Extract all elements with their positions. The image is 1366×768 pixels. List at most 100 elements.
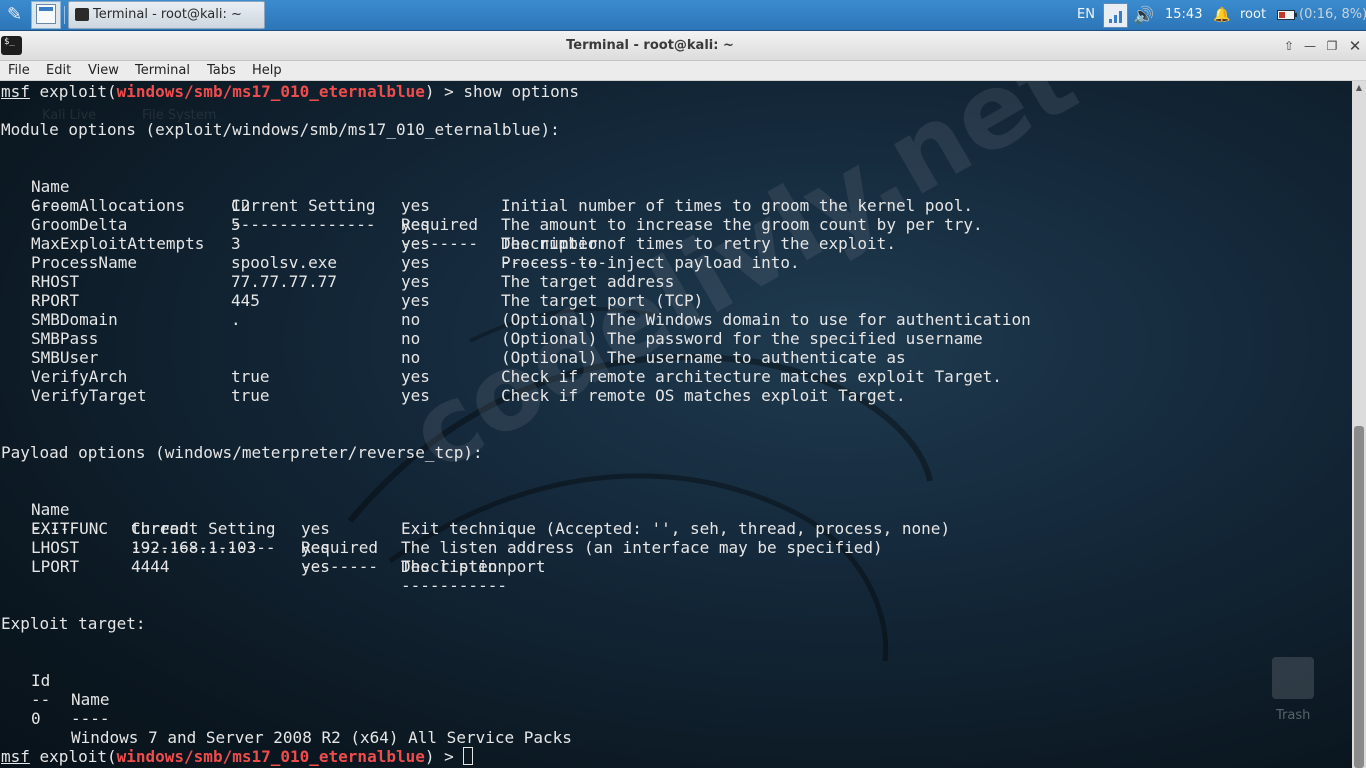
- module-options-heading: Module options (exploit/windows/smb/ms17…: [1, 120, 560, 139]
- close-window-icon[interactable]: ✕: [1346, 38, 1364, 54]
- option-required: yes: [401, 234, 430, 253]
- option-setting: true: [231, 367, 270, 386]
- option-description: The target port (TCP): [501, 291, 704, 310]
- underline: -----------: [401, 576, 507, 595]
- top-panel: ✎ Terminal - root@kali: ~ EN 🔊 15:43 🔔 r…: [0, 0, 1366, 31]
- prompt-line-active[interactable]: msf exploit(windows/smb/ms17_010_eternal…: [1, 747, 474, 766]
- target-name: Windows 7 and Server 2008 R2 (x64) All S…: [71, 728, 572, 747]
- option-setting: 3: [231, 234, 241, 253]
- target-id: 0: [31, 709, 41, 728]
- option-setting: 12: [231, 196, 251, 215]
- menu-tabs[interactable]: Tabs: [207, 62, 236, 80]
- prompt-line: msf exploit(windows/smb/ms17_010_eternal…: [1, 82, 579, 101]
- menu-help[interactable]: Help: [252, 62, 282, 80]
- prompt-text: exploit(: [29, 82, 117, 101]
- option-name: LHOST: [31, 538, 80, 557]
- option-description: (Optional) The Windows domain to use for…: [501, 310, 1031, 329]
- battery-status: (0:16, 8%): [1299, 7, 1366, 22]
- msf-prompt: msf: [1, 82, 30, 101]
- terminal-icon: [75, 8, 89, 21]
- battery-icon[interactable]: [1277, 10, 1297, 20]
- option-setting: .: [231, 310, 241, 329]
- show-desktop-button[interactable]: [31, 1, 61, 29]
- payload-options-heading: Payload options (windows/meterpreter/rev…: [1, 443, 483, 462]
- exploit-target-heading: Exploit target:: [1, 614, 146, 633]
- menu-edit[interactable]: Edit: [46, 62, 71, 80]
- clock[interactable]: 15:43: [1165, 7, 1202, 22]
- panel-separator: [64, 6, 65, 24]
- option-description: The amount to increase the groom count b…: [501, 215, 983, 234]
- kali-dragon-icon: ✎: [7, 4, 23, 25]
- taskbar-terminal-button[interactable]: Terminal - root@kali: ~: [68, 1, 265, 29]
- terminal-output[interactable]: codelivly.net Kali Live File System Tras…: [0, 81, 1352, 768]
- option-description: The listen address (an interface may be …: [401, 538, 883, 557]
- window-titlebar[interactable]: $_ Terminal - root@kali: ~ ⇧ — ❐ ✕: [0, 31, 1366, 61]
- prompt-module: windows/smb/ms17_010_eternalblue: [116, 747, 425, 766]
- option-description: (Optional) The password for the specifie…: [501, 329, 983, 348]
- shade-window-icon[interactable]: ⇧: [1280, 38, 1298, 54]
- option-name: GroomAllocations: [31, 196, 186, 215]
- option-setting: true: [231, 386, 270, 405]
- option-description: The number of times to retry the exploit…: [501, 234, 896, 253]
- window-title: Terminal - root@kali: ~: [566, 38, 734, 53]
- option-name: RHOST: [31, 272, 80, 291]
- option-description: The target address: [501, 272, 675, 291]
- network-signal-icon[interactable]: [1103, 3, 1128, 28]
- option-description: (Optional) The username to authenticate …: [501, 348, 906, 367]
- trash-label[interactable]: Trash: [1276, 708, 1310, 723]
- option-required: yes: [401, 272, 430, 291]
- keyboard-layout-indicator[interactable]: EN: [1077, 7, 1095, 22]
- option-setting: thread: [131, 519, 189, 538]
- msf-prompt: msf: [1, 747, 30, 766]
- option-setting: spoolsv.exe: [231, 253, 337, 272]
- option-description: Check if remote OS matches exploit Targe…: [501, 386, 906, 405]
- option-required: yes: [401, 215, 430, 234]
- option-name: SMBPass: [31, 329, 99, 348]
- option-setting: 4444: [131, 557, 170, 576]
- trash-icon[interactable]: [1272, 657, 1314, 699]
- scroll-up-arrow-icon[interactable]: ▲: [1352, 81, 1366, 95]
- option-name: LPORT: [31, 557, 80, 576]
- option-description: The listen port: [401, 557, 546, 576]
- menu-file[interactable]: File: [8, 62, 30, 80]
- option-name: MaxExploitAttempts: [31, 234, 205, 253]
- scrollbar-thumb[interactable]: [1354, 426, 1364, 768]
- volume-icon[interactable]: 🔊: [1133, 6, 1159, 26]
- option-name: SMBUser: [31, 348, 99, 367]
- minimize-window-icon[interactable]: —: [1301, 38, 1319, 54]
- option-name: SMBDomain: [31, 310, 118, 329]
- user-menu[interactable]: root: [1240, 7, 1266, 22]
- terminal-scrollbar[interactable]: ▲: [1352, 81, 1366, 768]
- option-required: no: [401, 348, 421, 367]
- option-required: yes: [401, 253, 430, 272]
- applications-menu-button[interactable]: ✎: [0, 1, 31, 29]
- option-name: VerifyTarget: [31, 386, 147, 405]
- menu-view[interactable]: View: [88, 62, 119, 80]
- text-cursor: [463, 747, 474, 765]
- menu-terminal[interactable]: Terminal: [135, 62, 190, 80]
- prompt-text: exploit(: [29, 747, 117, 766]
- maximize-window-icon[interactable]: ❐: [1323, 38, 1341, 54]
- option-setting: 445: [231, 291, 260, 310]
- option-required: yes: [301, 557, 330, 576]
- option-required: yes: [401, 291, 430, 310]
- prompt-module: windows/smb/ms17_010_eternalblue: [116, 82, 425, 101]
- option-setting: 5: [231, 215, 241, 234]
- option-name: RPORT: [31, 291, 80, 310]
- option-name: EXITFUNC: [31, 519, 109, 538]
- prompt-text: ) >: [424, 82, 464, 101]
- menu-bar: File Edit View Terminal Tabs Help: [0, 61, 1366, 81]
- option-description: Process to inject payload into.: [501, 253, 800, 272]
- option-description: Check if remote architecture matches exp…: [501, 367, 1002, 386]
- option-required: no: [401, 329, 421, 348]
- notification-bell-icon[interactable]: 🔔: [1213, 6, 1230, 24]
- option-description: Initial number of times to groom the ker…: [501, 196, 974, 215]
- option-description: Exit technique (Accepted: '', seh, threa…: [401, 519, 951, 538]
- option-required: yes: [301, 519, 330, 538]
- typed-command: show options: [463, 82, 579, 101]
- prompt-text: ) >: [424, 747, 464, 766]
- option-setting: 77.77.77.77: [231, 272, 337, 291]
- option-required: yes: [401, 386, 430, 405]
- taskbar-terminal-label: Terminal - root@kali: ~: [93, 7, 242, 22]
- option-name: GroomDelta: [31, 215, 128, 234]
